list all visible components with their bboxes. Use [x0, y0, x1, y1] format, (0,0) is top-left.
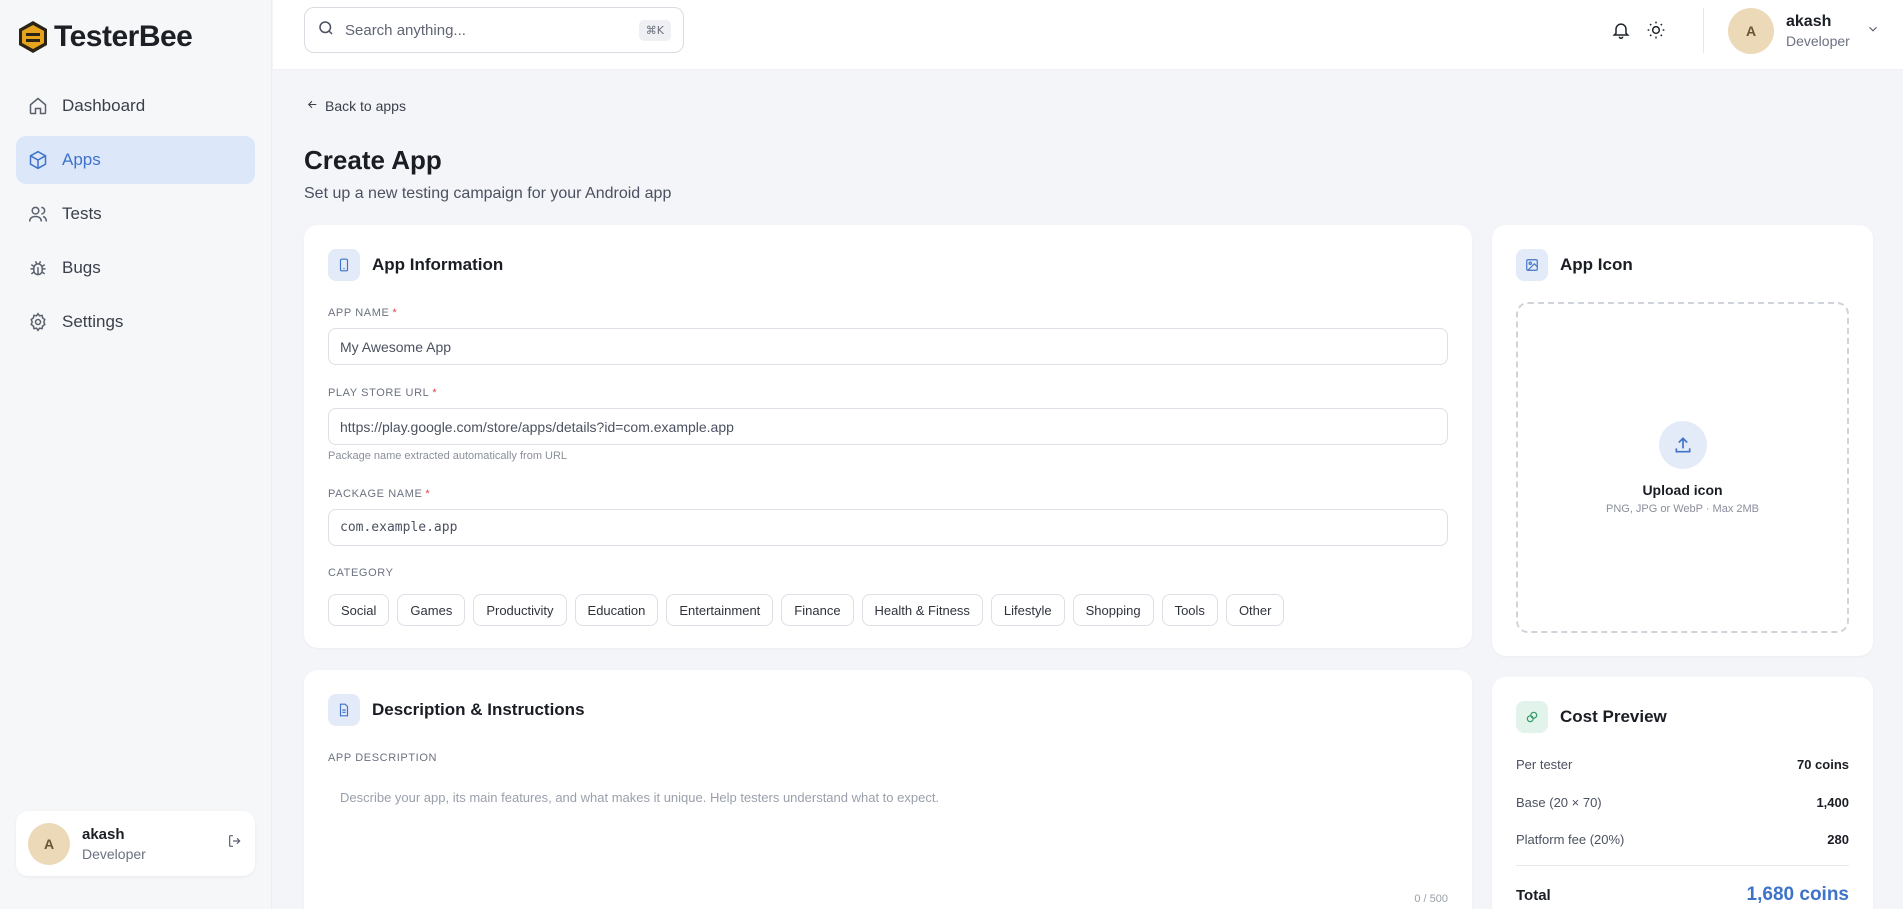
sidebar-item-settings[interactable]: Settings — [16, 298, 255, 346]
cost-row-base: Base (20 × 70) 1,400 — [1516, 795, 1849, 810]
bee-logo-icon — [19, 21, 47, 53]
sidebar-item-label: Settings — [62, 312, 124, 331]
brand-name: TesterBee — [54, 20, 193, 53]
app-description-textarea[interactable]: Describe your app, its main features, an… — [328, 778, 1448, 898]
category-chip-health-fitness[interactable]: Health & Fitness — [861, 594, 983, 626]
avatar[interactable]: A — [28, 822, 70, 865]
top-header: Search anything... ⌘K A akash Developer — [273, 0, 1903, 70]
category-chip-shopping[interactable]: Shopping — [1072, 594, 1154, 626]
theme-toggle-sun-icon[interactable] — [1643, 17, 1669, 43]
category-chip-education[interactable]: Education — [574, 594, 659, 626]
upload-icon — [1658, 420, 1707, 469]
category-chip-tools[interactable]: Tools — [1161, 594, 1218, 626]
search-icon — [317, 19, 335, 42]
search-input[interactable]: Search anything... ⌘K — [304, 7, 684, 53]
app-icon-card: App Icon Upload icon PNG, JPG or WebP · … — [1492, 225, 1873, 656]
category-chip-social[interactable]: Social — [328, 594, 390, 626]
category-chip-productivity[interactable]: Productivity — [473, 594, 567, 626]
cost-row-platform-fee: Platform fee (20%) 280 — [1516, 832, 1849, 847]
category-chip-lifestyle[interactable]: Lifestyle — [990, 594, 1065, 626]
package-name-field[interactable]: com.example.app — [328, 509, 1448, 546]
package-name-label: PACKAGE NAME * — [328, 488, 431, 500]
arrow-left-icon — [306, 98, 319, 114]
upload-hint: PNG, JPG or WebP · Max 2MB — [1605, 502, 1760, 515]
sidebar-user-card: A akash Developer — [16, 811, 255, 876]
page-title: Create App — [304, 145, 442, 175]
brand-logo[interactable]: TesterBee — [18, 20, 193, 54]
user-name: akash — [82, 825, 125, 843]
logout-icon[interactable] — [227, 833, 243, 854]
card-title: Description & Instructions — [372, 700, 585, 719]
user-role: Developer — [82, 845, 146, 862]
cost-preview-card: Cost Preview Per tester 70 coins Base (20… — [1492, 677, 1873, 909]
app-information-card: App Information APP NAME * My Awesome App… — [304, 225, 1472, 648]
category-chip-entertainment[interactable]: Entertainment — [666, 594, 774, 626]
user-name: akash — [1786, 13, 1832, 30]
image-icon — [1516, 249, 1548, 281]
cost-divider — [1516, 865, 1849, 866]
gear-icon — [28, 312, 48, 332]
bug-icon — [28, 258, 48, 278]
play-store-url-label: PLAY STORE URL * — [328, 387, 438, 399]
sidebar-nav: Dashboard Apps Tests Bugs Settings — [16, 82, 255, 352]
search-shortcut-badge: ⌘K — [638, 19, 671, 41]
smartphone-icon — [328, 249, 360, 281]
sidebar-item-bugs[interactable]: Bugs — [16, 244, 255, 292]
sidebar-item-tests[interactable]: Tests — [16, 190, 255, 238]
sidebar-item-label: Tests — [62, 204, 102, 223]
sidebar-item-apps[interactable]: Apps — [16, 136, 255, 184]
header-divider — [1703, 8, 1704, 53]
back-label: Back to apps — [325, 98, 406, 114]
notification-bell-icon[interactable] — [1608, 17, 1634, 43]
sidebar-item-label: Bugs — [62, 258, 101, 277]
category-chips: Social Games Productivity Education Ente… — [328, 594, 1285, 626]
users-icon — [28, 204, 48, 224]
box-icon — [28, 150, 48, 170]
description-card: Description & Instructions APP DESCRIPTI… — [304, 670, 1472, 909]
sidebar-item-dashboard[interactable]: Dashboard — [16, 82, 255, 130]
search-placeholder: Search anything... — [345, 21, 466, 39]
icon-upload-dropzone[interactable]: Upload icon PNG, JPG or WebP · Max 2MB — [1516, 302, 1849, 633]
sidebar-item-label: Apps — [62, 150, 101, 169]
card-title: App Information — [372, 255, 504, 274]
upload-title: Upload icon — [1642, 481, 1723, 498]
category-chip-games[interactable]: Games — [397, 594, 466, 626]
app-name-label: APP NAME * — [328, 307, 398, 319]
sidebar: TesterBee Dashboard Apps Tests Bugs Sett… — [0, 0, 272, 909]
cost-row-per-tester: Per tester 70 coins — [1516, 757, 1849, 772]
avatar: A — [1728, 8, 1774, 54]
play-store-url-hint: Package name extracted automatically fro… — [328, 450, 568, 462]
category-chip-other[interactable]: Other — [1225, 594, 1285, 626]
header-user-menu[interactable]: A akash Developer — [1728, 8, 1880, 54]
app-name-field[interactable]: My Awesome App — [328, 328, 1448, 365]
user-role: Developer — [1786, 33, 1850, 49]
character-counter: 0 / 500 — [1414, 893, 1448, 905]
category-label: CATEGORY — [328, 567, 394, 579]
card-title: App Icon — [1560, 255, 1633, 274]
coins-icon — [1516, 701, 1548, 733]
home-icon — [28, 96, 48, 116]
page-subtitle: Set up a new testing campaign for your A… — [304, 185, 672, 202]
category-chip-finance[interactable]: Finance — [781, 594, 854, 626]
chevron-down-icon — [1866, 22, 1880, 41]
card-title: Cost Preview — [1560, 707, 1667, 726]
app-description-label: APP DESCRIPTION — [328, 752, 438, 764]
cost-total: Total 1,680 coins — [1516, 884, 1849, 905]
sidebar-item-label: Dashboard — [62, 96, 146, 115]
back-to-apps-link[interactable]: Back to apps — [306, 98, 406, 114]
play-store-url-field[interactable]: https://play.google.com/store/apps/detai… — [328, 408, 1448, 445]
document-icon — [328, 694, 360, 726]
